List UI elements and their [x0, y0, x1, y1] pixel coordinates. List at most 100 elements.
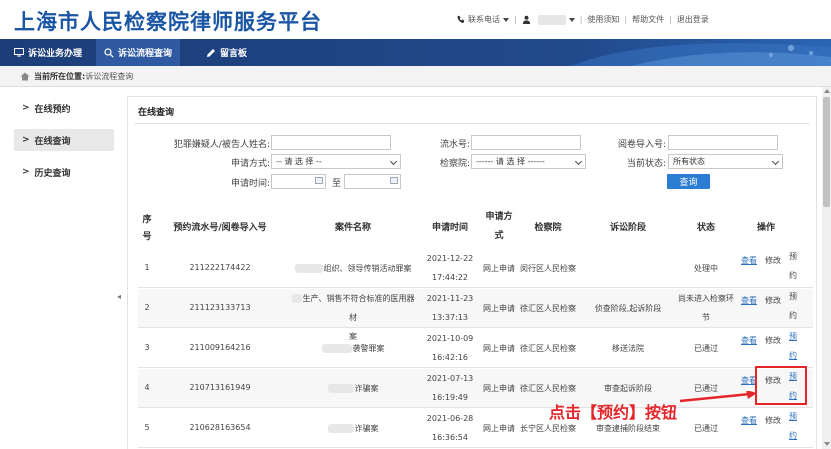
chevron-down-icon [389, 157, 398, 166]
nav-business-handling[interactable]: 诉讼业务办理 [6, 39, 90, 66]
row-serial: 211009164216 [189, 343, 251, 352]
sidebar-collapse-icon[interactable]: ◂ [117, 292, 123, 306]
row-case-name: 袭警罪案 [288, 339, 418, 358]
chevron-right-icon: > [22, 103, 30, 113]
header-seq: 序号 [142, 215, 152, 242]
annotation-arrow-icon [680, 391, 757, 403]
row-case-name: 诈骗案 [288, 379, 418, 398]
breadcrumb-label: 当前所在位置: [34, 71, 86, 81]
row-seq: 4 [144, 383, 150, 392]
user-dropdown-icon[interactable] [568, 17, 575, 22]
file-import-label: 阅卷导入号: [617, 140, 666, 150]
status-label: 当前状态: [626, 159, 666, 169]
scroll-thumb[interactable] [823, 97, 830, 207]
monitor-icon [14, 48, 24, 57]
status-select[interactable]: 所有状态 [668, 154, 783, 169]
search-button[interactable]: 查询 [667, 174, 710, 189]
row-serial: 210713161949 [189, 383, 251, 392]
method-select[interactable]: -- 请 选 择 -- [271, 154, 401, 169]
edit-link[interactable]: 修改 [762, 415, 784, 426]
nav-process-query[interactable]: 诉讼流程查询 [96, 39, 181, 66]
header-apply-time: 申请时间 [431, 223, 468, 233]
redacted-name [294, 264, 323, 273]
sidebar-item-history-query[interactable]: > 历史查询 [14, 161, 114, 183]
row-procuratorate: 徐汇区人民检察 [520, 304, 576, 313]
breadcrumb: 当前所在位置: 诉讼流程查询 [0, 66, 831, 87]
view-link[interactable]: 查看 [738, 255, 760, 266]
row-method: 网上申请 [483, 424, 515, 433]
row-method: 网上申请 [483, 304, 515, 313]
sidebar-item-online-query[interactable]: > 在线查询 [14, 129, 114, 151]
user-name[interactable] [537, 14, 566, 25]
header-operations: 操作 [756, 223, 775, 233]
suspect-name-input[interactable] [271, 135, 391, 150]
chevron-down-icon [574, 157, 583, 166]
help-file-link[interactable]: 帮助文件 [632, 14, 664, 25]
row-status: 已通过 [694, 344, 718, 353]
view-link[interactable]: 查看 [738, 335, 760, 346]
contact-dropdown-icon[interactable] [503, 17, 509, 22]
edit-link[interactable]: 修改 [762, 335, 784, 346]
chevron-right-icon: > [22, 167, 30, 177]
suspect-name-label: 犯罪嫌疑人/被告人姓名: [173, 140, 270, 150]
header-status: 状态 [696, 223, 715, 233]
view-link[interactable]: 查看 [738, 415, 760, 426]
usage-notice-link[interactable]: 使用须知 [587, 14, 619, 25]
main-nav: 诉讼业务办理 诉讼流程查询 留言板 [0, 39, 831, 66]
search-icon [104, 47, 114, 58]
row-apply-time: 2021-06-28 16:36:54 [426, 414, 474, 442]
apply-time-label: 申请时间: [230, 179, 270, 189]
nav-message-board[interactable]: 留言板 [198, 39, 255, 66]
row-stage: 移送法院 [612, 344, 644, 353]
row-seq: 5 [144, 423, 150, 432]
row-serial: 211123133713 [189, 303, 251, 312]
row-stage: 侦查阶段,起诉阶段 [594, 304, 662, 313]
row-case-name: 组织、领导传销活动罪案 [288, 259, 418, 278]
sidebar-item-online-booking[interactable]: > 在线预约 [14, 97, 114, 119]
calendar-icon[interactable] [390, 177, 398, 184]
row-stage: 审查起诉阶段 [604, 384, 652, 393]
book-link[interactable]: 预约 [786, 407, 800, 445]
annotation-highlight-box [755, 366, 807, 405]
procuratorate-label: 检察院: [439, 159, 470, 169]
top-links: 联系电话 | | 使用须知 | 帮助文件 | 退出登录 [456, 14, 709, 25]
book-link[interactable]: 预约 [786, 327, 800, 365]
contact-phone-link[interactable]: 联系电话 [468, 14, 500, 25]
file-import-input[interactable] [668, 135, 778, 150]
method-label: 申请方式: [230, 159, 270, 169]
row-apply-time: 2021-12-22 17:44:22 [426, 254, 474, 282]
procuratorate-select[interactable]: ------ 请 选 择 ------ [471, 154, 586, 169]
book-link[interactable]: 预约 [786, 287, 800, 325]
calendar-icon[interactable] [315, 177, 323, 184]
row-status: 尚未进入检察环节 [678, 294, 734, 322]
row-procuratorate: 徐汇区人民检察 [520, 384, 576, 393]
book-link[interactable]: 预约 [786, 247, 800, 285]
row-method: 网上申请 [483, 384, 515, 393]
chevron-right-icon: > [22, 135, 30, 145]
row-seq: 3 [144, 343, 150, 352]
row-apply-time: 2021-07-13 16:19:49 [426, 374, 474, 402]
header-method: 申请方式 [485, 212, 513, 241]
chevron-down-icon [771, 157, 780, 166]
sidebar: > 在线预约 > 在线查询 > 历史查询 [14, 97, 114, 193]
logout-link[interactable]: 退出登录 [677, 14, 709, 25]
serial-number-label: 流水号: [439, 140, 470, 150]
row-status: 已通过 [694, 424, 718, 433]
view-link[interactable]: 查看 [738, 295, 760, 306]
site-title: 上海市人民检察院律师服务平台 [14, 10, 322, 34]
scroll-down-icon[interactable] [824, 442, 830, 446]
row-case-name: 诈骗案 [288, 419, 418, 438]
edit-link[interactable]: 修改 [762, 255, 784, 266]
edit-link[interactable]: 修改 [762, 295, 784, 306]
header: 上海市人民检察院律师服务平台 联系电话 | | 使用须知 | 帮助文件 | 退出… [0, 0, 831, 39]
row-stage: 审查逮捕阶段结束 [596, 424, 660, 433]
pencil-icon [207, 48, 215, 57]
phone-icon [457, 15, 465, 23]
user-icon [522, 15, 530, 24]
home-icon [20, 72, 30, 80]
nav-decoration [571, 43, 831, 66]
breadcrumb-current: 诉讼流程查询 [85, 71, 134, 81]
serial-number-input[interactable] [471, 135, 581, 150]
scroll-up-icon[interactable] [824, 89, 830, 93]
page-scrollbar[interactable] [822, 87, 831, 449]
